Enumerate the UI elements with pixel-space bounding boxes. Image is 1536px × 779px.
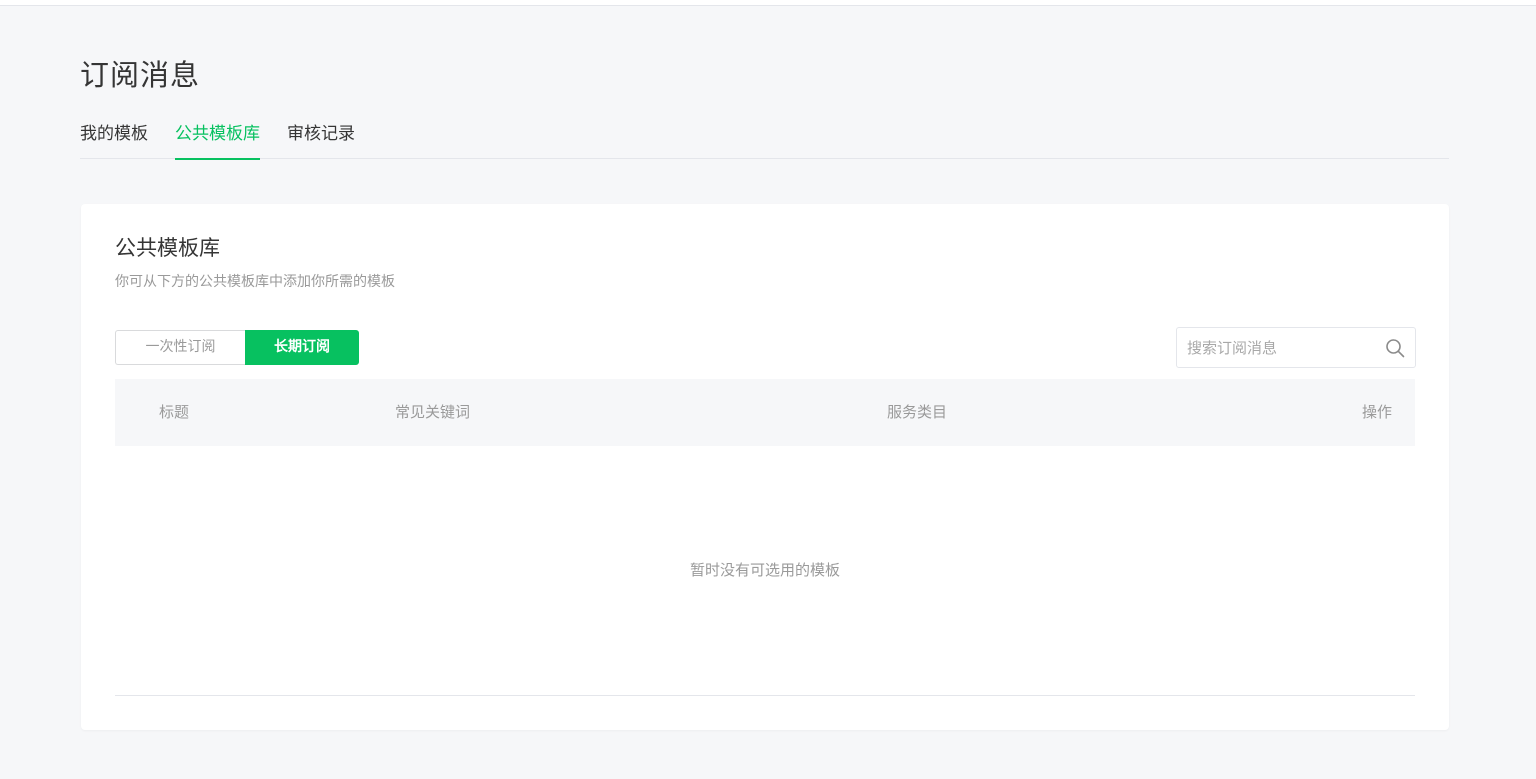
top-bar [0,0,1536,6]
column-header-title: 标题 [159,403,190,421]
long-term-subscription-button[interactable]: 长期订阅 [245,330,359,365]
card-description: 你可从下方的公共模板库中添加你所需的模板 [115,274,395,290]
search-box [1176,327,1416,368]
one-time-subscription-button[interactable]: 一次性订阅 [115,330,245,365]
tab-my-templates[interactable]: 我的模板 [80,120,148,159]
card-title: 公共模板库 [115,236,220,260]
tab-review-records[interactable]: 审核记录 [287,120,355,159]
tab-public-template-library[interactable]: 公共模板库 [175,120,260,160]
column-header-keywords: 常见关键词 [395,403,471,421]
column-header-service-category: 服务类目 [887,403,948,421]
table-header: 标题 常见关键词 服务类目 操作 [115,379,1415,446]
table-divider [115,695,1415,696]
search-icon[interactable] [1385,338,1405,358]
empty-state-message: 暂时没有可选用的模板 [689,561,840,579]
search-input[interactable] [1187,328,1377,367]
tab-bar: 我的模板 公共模板库 审核记录 [80,120,1449,160]
column-header-action: 操作 [1361,403,1392,421]
template-library-card: 公共模板库 你可从下方的公共模板库中添加你所需的模板 一次性订阅 长期订阅 标题… [81,204,1449,730]
page-title: 订阅消息 [80,58,201,92]
subscription-type-toggle: 一次性订阅 长期订阅 [115,330,359,365]
